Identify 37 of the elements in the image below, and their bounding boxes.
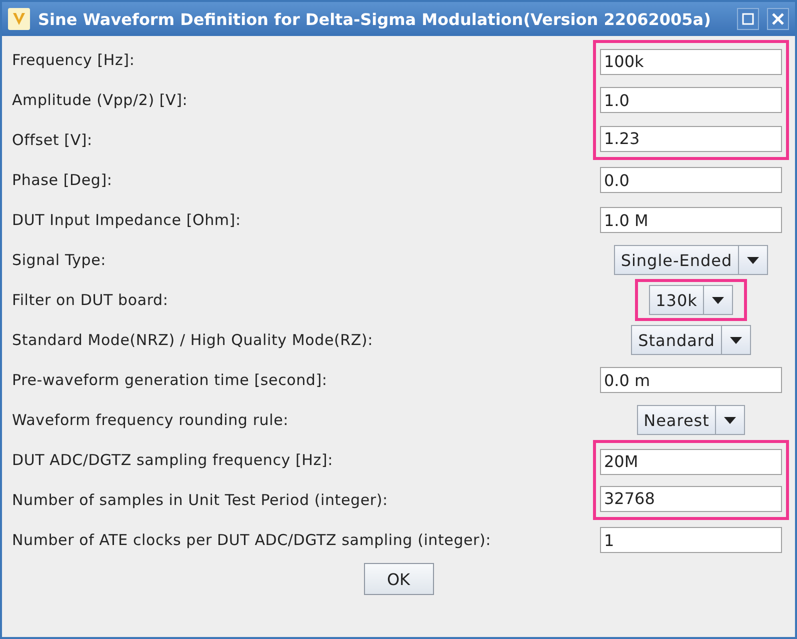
field-label: Signal Type: (11, 250, 107, 271)
caret-icon (730, 336, 742, 344)
field-label: Frequency [Hz]: (11, 50, 136, 71)
ok-button[interactable]: OK (364, 563, 434, 595)
field-label: Waveform frequency rounding rule: (11, 410, 290, 431)
dropdown[interactable]: Single-Ended (614, 245, 768, 275)
input-field[interactable]: 32768 (600, 486, 782, 512)
input-field[interactable]: 1.0 (600, 87, 782, 113)
dropdown[interactable]: Standard (631, 325, 751, 355)
input-field[interactable]: 1.0 M (600, 207, 782, 233)
caret-icon (724, 416, 736, 424)
input-field[interactable]: 1.23 (600, 126, 782, 152)
field-label: DUT Input Impedance [Ohm]: (11, 210, 242, 231)
dropdown[interactable]: Nearest (636, 405, 746, 435)
window-title: Sine Waveform Definition for Delta-Sigma Modulation(Version 22062005a) (38, 10, 712, 28)
field-label: Amplitude (Vpp/2) [V]: (11, 90, 189, 111)
caret-icon (712, 296, 724, 304)
field-label: Offset [V]: (11, 130, 94, 151)
field-label: Number of ATE clocks per DUT ADC/DGTZ sampling (integer): (11, 530, 492, 551)
field-label: Filter on DUT board: (11, 290, 170, 311)
input-field[interactable]: 20M (600, 448, 782, 474)
input-field[interactable]: 100k (600, 48, 782, 74)
close-button[interactable] (767, 8, 789, 30)
field-label: Number of samples in Unit Test Period (integer): (11, 490, 389, 511)
input-field[interactable]: 0.0 (600, 167, 782, 193)
field-label: Phase [Deg]: (11, 170, 114, 191)
close-icon (771, 12, 785, 26)
maximize-button[interactable] (737, 8, 759, 30)
field-label: Standard Mode(NRZ) / High Quality Mode(RZ): (11, 330, 374, 351)
field-label: Pre-waveform generation time [second]: (11, 370, 328, 391)
maximize-icon (742, 13, 754, 25)
field-label: DUT ADC/DGTZ sampling frequency [Hz]: (11, 450, 334, 471)
dropdown[interactable]: 130k (648, 285, 734, 315)
input-field[interactable]: 1 (600, 527, 782, 553)
caret-icon (747, 256, 760, 264)
app-logo-icon (8, 8, 30, 30)
input-field[interactable]: 0.0 m (600, 367, 782, 393)
